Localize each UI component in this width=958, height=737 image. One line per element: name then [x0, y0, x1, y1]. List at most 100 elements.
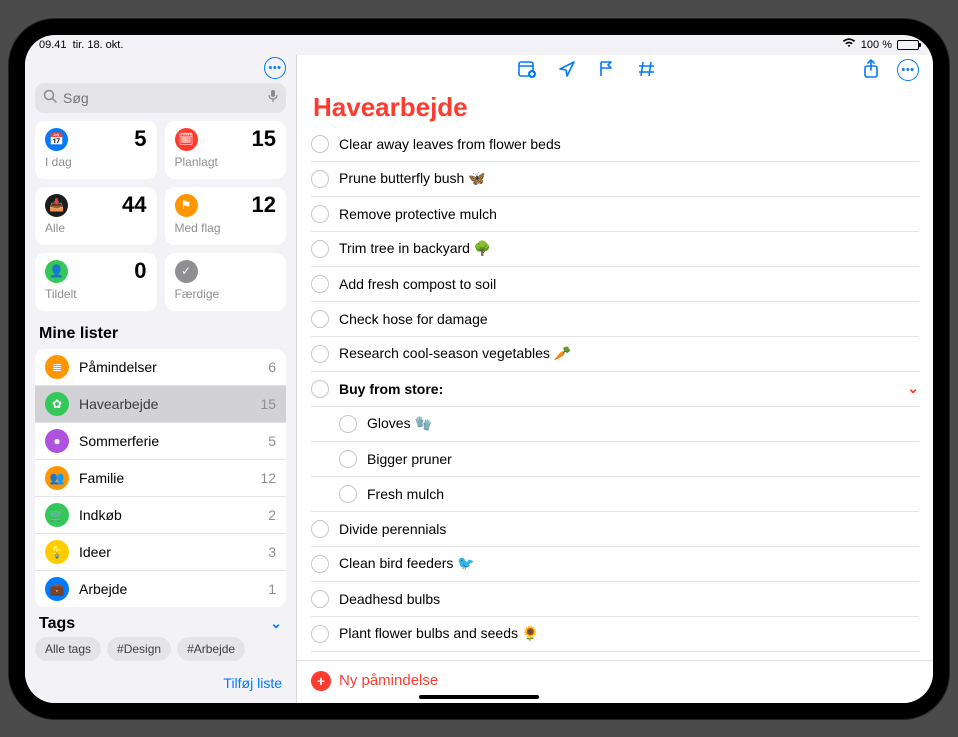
- reminder-row[interactable]: Bigger pruner: [311, 442, 919, 477]
- sidebar-more-button[interactable]: •••: [264, 57, 286, 79]
- reminder-text: Gloves 🧤: [367, 415, 919, 432]
- smart-card-label: Tildelt: [45, 287, 147, 301]
- hashtag-icon[interactable]: [638, 60, 656, 83]
- checkbox-circle[interactable]: [311, 590, 329, 608]
- status-bar: 09.41 tir. 18. okt. 100 %: [25, 35, 933, 55]
- list-row-ideer[interactable]: 💡 Ideer 3: [35, 534, 286, 571]
- checkbox-circle[interactable]: [339, 415, 357, 433]
- add-list-button[interactable]: Tilføj liste: [25, 669, 296, 697]
- list-row-havearbejde[interactable]: ✿ Havearbejde 15: [35, 386, 286, 423]
- reminder-text: Bigger pruner: [367, 451, 919, 467]
- list-count: 12: [260, 470, 276, 486]
- checkbox-circle[interactable]: [311, 625, 329, 643]
- list-row-arbejde[interactable]: 💼 Arbejde 1: [35, 571, 286, 607]
- list-row-sommerferie[interactable]: ● Sommerferie 5: [35, 423, 286, 460]
- tags-header[interactable]: Tags: [39, 615, 75, 633]
- checkbox-circle[interactable]: [311, 275, 329, 293]
- new-reminder-button[interactable]: + Ny påmindelse: [297, 660, 933, 703]
- reminder-row[interactable]: Check hose for damage: [311, 302, 919, 337]
- list-count: 3: [268, 544, 276, 560]
- main-panel: •••: [297, 55, 933, 703]
- smart-card-med-flag[interactable]: ⚑ 12 Med flag: [165, 187, 287, 245]
- checkbox-circle[interactable]: [311, 310, 329, 328]
- list-icon: ✿: [45, 392, 69, 416]
- smart-card-count: 0: [134, 260, 146, 282]
- mic-icon[interactable]: [268, 89, 278, 106]
- checkbox-circle[interactable]: [311, 555, 329, 573]
- location-icon[interactable]: [558, 60, 576, 83]
- list-count: 1: [268, 581, 276, 597]
- reminder-text: Add fresh compost to soil: [339, 276, 919, 292]
- battery-percent: 100 %: [861, 39, 892, 51]
- list-title: Havearbejde: [297, 86, 933, 127]
- list-icon: 💼: [45, 577, 69, 601]
- reminder-text: Check hose for damage: [339, 311, 919, 327]
- checkbox-circle[interactable]: [311, 380, 329, 398]
- smart-card-label: Planlagt: [175, 155, 277, 169]
- smart-card-icon: ✓: [175, 260, 198, 283]
- reminder-row[interactable]: Gloves 🧤: [311, 407, 919, 442]
- status-date: tir. 18. okt.: [73, 39, 124, 51]
- smart-card-label: I dag: [45, 155, 147, 169]
- smart-card-alle[interactable]: 📥 44 Alle: [35, 187, 157, 245]
- reminder-text: Fresh mulch: [367, 486, 919, 502]
- reminder-row[interactable]: Research cool-season vegetables 🥕: [311, 337, 919, 372]
- list-name: Arbejde: [79, 581, 258, 597]
- smart-card-icon: 🗓: [175, 128, 198, 151]
- search-field[interactable]: [35, 83, 286, 113]
- expand-caret-icon[interactable]: ⌄: [907, 380, 919, 397]
- flag-icon[interactable]: [598, 60, 616, 83]
- smart-card-i-dag[interactable]: 📅 5 I dag: [35, 121, 157, 179]
- reminder-row[interactable]: Divide perennials: [311, 512, 919, 547]
- reminder-text: Remove protective mulch: [339, 206, 919, 222]
- smart-card-label: Alle: [45, 221, 147, 235]
- checkbox-circle[interactable]: [339, 485, 357, 503]
- tags-chevron-icon[interactable]: ⌄: [270, 615, 282, 632]
- checkbox-circle[interactable]: [311, 170, 329, 188]
- checkbox-circle[interactable]: [311, 345, 329, 363]
- main-more-button[interactable]: •••: [897, 59, 919, 81]
- list-row-indkøb[interactable]: 🛒 Indkøb 2: [35, 497, 286, 534]
- list-icon: 💡: [45, 540, 69, 564]
- smart-card-tildelt[interactable]: 👤 0 Tildelt: [35, 253, 157, 311]
- checkbox-circle[interactable]: [311, 205, 329, 223]
- reminder-row[interactable]: Fresh mulch: [311, 477, 919, 512]
- reminder-row[interactable]: Prune butterfly bush 🦋: [311, 162, 919, 197]
- wifi-icon: [842, 38, 856, 51]
- search-input[interactable]: [63, 90, 262, 106]
- checkbox-circle[interactable]: [311, 520, 329, 538]
- reminder-row[interactable]: Add fresh compost to soil: [311, 267, 919, 302]
- reminder-row[interactable]: Plant flower bulbs and seeds 🌻: [311, 617, 919, 652]
- home-indicator[interactable]: [419, 695, 539, 699]
- smart-card-færdige[interactable]: ✓ Færdige: [165, 253, 287, 311]
- smart-card-planlagt[interactable]: 🗓 15 Planlagt: [165, 121, 287, 179]
- reminder-row[interactable]: Deadhesd bulbs: [311, 582, 919, 617]
- smart-card-label: Med flag: [175, 221, 277, 235]
- list-icon: ≣: [45, 355, 69, 379]
- list-row-påmindelser[interactable]: ≣ Påmindelser 6: [35, 349, 286, 386]
- tag-pill[interactable]: #Arbejde: [177, 637, 245, 661]
- reminder-text: Buy from store:: [339, 381, 897, 397]
- reminder-row[interactable]: Remove protective mulch: [311, 197, 919, 232]
- reminder-row[interactable]: Clean bird feeders 🐦: [311, 547, 919, 582]
- list-icon: ●: [45, 429, 69, 453]
- reminder-text: Divide perennials: [339, 521, 919, 537]
- checkbox-circle[interactable]: [339, 450, 357, 468]
- smart-card-icon: 📅: [45, 128, 68, 151]
- tag-pill[interactable]: #Design: [107, 637, 171, 661]
- list-row-familie[interactable]: 👥 Familie 12: [35, 460, 286, 497]
- list-name: Sommerferie: [79, 433, 258, 449]
- battery-icon: [897, 40, 919, 50]
- checkbox-circle[interactable]: [311, 240, 329, 258]
- list-count: 6: [268, 359, 276, 375]
- share-icon[interactable]: [863, 59, 879, 84]
- tag-pill[interactable]: Alle tags: [35, 637, 101, 661]
- reminder-row[interactable]: Buy from store: ⌄: [311, 372, 919, 407]
- list-name: Påmindelser: [79, 359, 258, 375]
- smart-card-count: 12: [252, 194, 276, 216]
- reminder-row[interactable]: Clear away leaves from flower beds: [311, 127, 919, 162]
- calendar-add-icon[interactable]: [518, 60, 536, 83]
- checkbox-circle[interactable]: [311, 135, 329, 153]
- smart-card-icon: ⚑: [175, 194, 198, 217]
- reminder-row[interactable]: Trim tree in backyard 🌳: [311, 232, 919, 267]
